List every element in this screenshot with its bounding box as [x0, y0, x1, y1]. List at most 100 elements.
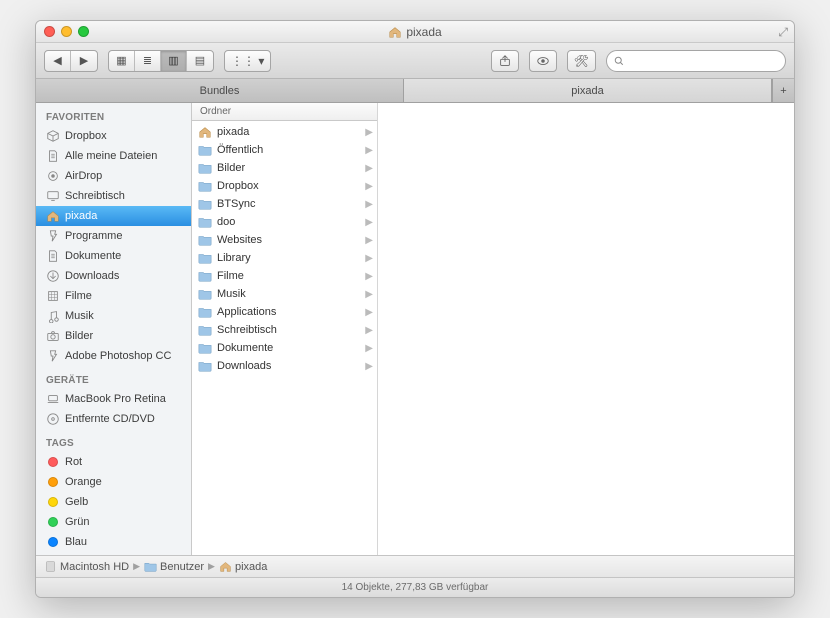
sidebar-item-dropbox[interactable]: Dropbox: [36, 126, 191, 146]
folder-name: BTSync: [217, 198, 256, 210]
status-text: 14 Objekte, 277,83 GB verfügbar: [342, 582, 489, 593]
sidebar-item-violett[interactable]: Violett: [36, 552, 191, 555]
disclosure-arrow-icon: ▶: [365, 343, 373, 354]
folder-icon: [198, 233, 212, 247]
new-tab-button[interactable]: +: [772, 79, 794, 102]
tag-dot-icon: [48, 477, 58, 487]
folder-icon: [198, 197, 212, 211]
sidebar-item-label: Orange: [65, 476, 102, 488]
folder-name: Dokumente: [217, 342, 273, 354]
sidebar-item-gelb[interactable]: Gelb: [36, 492, 191, 512]
coverflow-view-button[interactable]: ▤: [187, 51, 213, 71]
disclosure-arrow-icon: ▶: [365, 163, 373, 174]
sidebar-item-label: Adobe Photoshop CC: [65, 350, 171, 362]
tab-bundles[interactable]: Bundles: [36, 79, 404, 102]
folder-row[interactable]: doo▶: [192, 213, 377, 231]
sidebar-item-entfernte-cd/dvd[interactable]: Entfernte CD/DVD: [36, 409, 191, 429]
sidebar-item-programme[interactable]: Programme: [36, 226, 191, 246]
box-icon: [46, 129, 60, 143]
home-icon: [46, 209, 60, 223]
home-icon: [198, 125, 212, 139]
path-segment[interactable]: Benutzer: [144, 560, 204, 573]
sidebar-item-label: Schreibtisch: [65, 190, 125, 202]
folder-icon: [198, 287, 212, 301]
folder-name: Filme: [217, 270, 244, 282]
path-separator-icon: ▶: [208, 561, 215, 572]
titlebar: pixada ⤢: [36, 21, 794, 43]
sidebar-item-alle-meine-dateien[interactable]: Alle meine Dateien: [36, 146, 191, 166]
sidebar-item-label: Musik: [65, 310, 94, 322]
music-icon: [46, 309, 60, 323]
folder-row[interactable]: Dokumente ▶: [192, 339, 377, 357]
folder-row[interactable]: Filme ▶: [192, 267, 377, 285]
path-segment[interactable]: pixada: [219, 560, 267, 573]
folder-name: Schreibtisch: [217, 324, 277, 336]
disclosure-arrow-icon: ▶: [365, 145, 373, 156]
window-title: pixada: [406, 25, 441, 39]
folder-row[interactable]: Downloads▶: [192, 357, 377, 375]
search-icon: [613, 55, 625, 67]
folder-row[interactable]: Websites▶: [192, 231, 377, 249]
sidebar-item-airdrop[interactable]: AirDrop: [36, 166, 191, 186]
folder-row[interactable]: Applications▶: [192, 303, 377, 321]
path-segment[interactable]: Macintosh HD: [44, 560, 129, 573]
folder-name: pixada: [217, 126, 249, 138]
folder-row[interactable]: Bilder▶: [192, 159, 377, 177]
sidebar-item-blau[interactable]: Blau: [36, 532, 191, 552]
home-icon: [219, 560, 232, 573]
back-button[interactable]: ◀: [45, 51, 71, 71]
folder-row[interactable]: Schreibtisch ▶: [192, 321, 377, 339]
tag-dot-icon: [48, 537, 58, 547]
column-view-button[interactable]: ▥: [161, 51, 187, 71]
toolbar: ◀ ▶ ▦ ≣ ▥ ▤ ⋮⋮ ▾ 🛠: [36, 43, 794, 79]
folder-row[interactable]: Musik▶: [192, 285, 377, 303]
disclosure-arrow-icon: ▶: [365, 217, 373, 228]
sidebar-item-macbook-pro-retina[interactable]: MacBook Pro Retina: [36, 389, 191, 409]
folder-icon: [198, 305, 212, 319]
forward-button[interactable]: ▶: [71, 51, 97, 71]
search-input[interactable]: [629, 55, 779, 67]
search-field[interactable]: [606, 50, 786, 72]
column-header[interactable]: Ordner: [192, 103, 377, 121]
fullscreen-icon[interactable]: ⤢: [778, 25, 788, 40]
arrange-button[interactable]: ⋮⋮ ▾: [224, 50, 271, 72]
sidebar-item-dokumente[interactable]: Dokumente: [36, 246, 191, 266]
sidebar-item-musik[interactable]: Musik: [36, 306, 191, 326]
sidebar-item-label: Programme: [65, 230, 122, 242]
disclosure-arrow-icon: ▶: [365, 271, 373, 282]
sidebar-item-bilder[interactable]: Bilder: [36, 326, 191, 346]
sidebar-item-grün[interactable]: Grün: [36, 512, 191, 532]
folder-icon: [198, 341, 212, 355]
sidebar-item-downloads[interactable]: Downloads: [36, 266, 191, 286]
toolbar-extra-button[interactable]: 🛠: [567, 50, 596, 72]
path-separator-icon: ▶: [133, 561, 140, 572]
disclosure-arrow-icon: ▶: [365, 199, 373, 210]
folder-row[interactable]: Library▶: [192, 249, 377, 267]
folder-row[interactable]: Öffentlich▶: [192, 141, 377, 159]
sidebar-item-schreibtisch[interactable]: Schreibtisch: [36, 186, 191, 206]
sidebar-item-adobe-photoshop-cc[interactable]: Adobe Photoshop CC: [36, 346, 191, 366]
doc-icon: [46, 249, 60, 263]
folder-name: Dropbox: [217, 180, 259, 192]
disclosure-arrow-icon: ▶: [365, 361, 373, 372]
folder-row[interactable]: pixada▶: [192, 123, 377, 141]
sidebar-item-orange[interactable]: Orange: [36, 472, 191, 492]
icon-view-button[interactable]: ▦: [109, 51, 135, 71]
sidebar-item-rot[interactable]: Rot: [36, 452, 191, 472]
share-icon: [498, 54, 512, 68]
column-view-pane: Ordner pixada▶Öffentlich▶Bilder▶Dropbox▶…: [192, 103, 378, 555]
tab-pixada[interactable]: pixada: [404, 79, 772, 102]
share-button[interactable]: [491, 50, 519, 72]
sidebar-item-filme[interactable]: Filme: [36, 286, 191, 306]
app-icon: [46, 349, 60, 363]
disc-icon: [46, 412, 60, 426]
folder-icon: [198, 269, 212, 283]
folder-row[interactable]: BTSync ▶: [192, 195, 377, 213]
tag-dot-icon: [48, 497, 58, 507]
folder-row[interactable]: Dropbox▶: [192, 177, 377, 195]
disclosure-arrow-icon: ▶: [365, 325, 373, 336]
quicklook-button[interactable]: [529, 50, 557, 72]
sidebar-item-pixada[interactable]: pixada: [36, 206, 191, 226]
sidebar-item-label: Filme: [65, 290, 92, 302]
list-view-button[interactable]: ≣: [135, 51, 161, 71]
